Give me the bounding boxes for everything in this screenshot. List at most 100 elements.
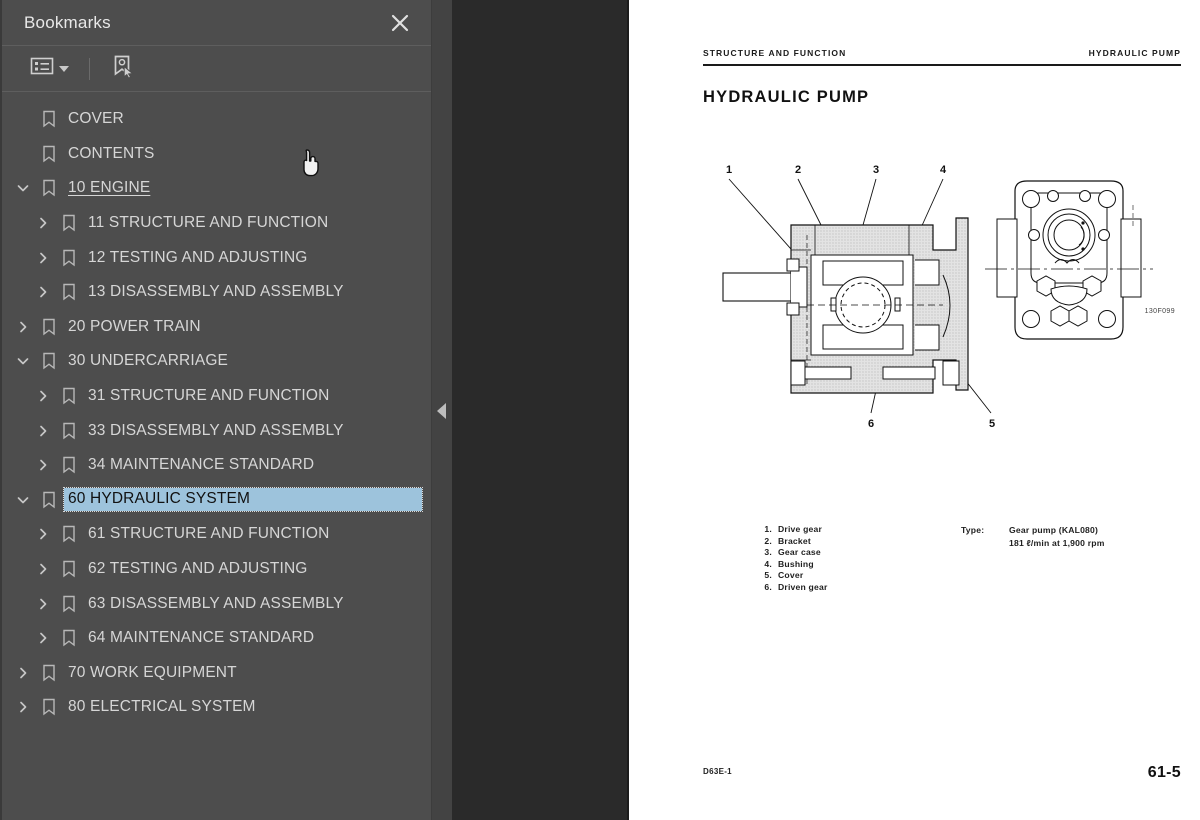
legend-number: 5. <box>764 570 772 581</box>
bookmark-label: 62 TESTING AND ADJUSTING <box>88 560 308 578</box>
bookmark-label: 10 ENGINE <box>68 179 151 197</box>
bookmark-item[interactable]: 61 STRUCTURE AND FUNCTION <box>2 517 431 552</box>
legend-text: Drive gear <box>778 524 823 534</box>
legend-text: Bracket <box>778 535 811 546</box>
chevron-right-icon[interactable] <box>30 206 56 241</box>
bookmark-icon <box>56 525 82 543</box>
spec-label: Type: <box>961 525 985 535</box>
bookmark-item[interactable]: COVER <box>2 102 431 137</box>
bookmarks-tree[interactable]: COVER CONTENTS 10 ENGINE 11 STRUCTURE AND F… <box>2 92 431 820</box>
bookmark-label: 31 STRUCTURE AND FUNCTION <box>88 387 330 405</box>
bookmark-icon <box>36 179 62 197</box>
legend-number: 6. <box>764 581 772 592</box>
bookmark-label: 30 UNDERCARRIAGE <box>68 352 229 370</box>
bookmark-label: 61 STRUCTURE AND FUNCTION <box>88 525 330 543</box>
bookmark-icon <box>56 283 82 301</box>
bookmark-item[interactable]: 11 STRUCTURE AND FUNCTION <box>2 206 431 241</box>
collapse-left-icon[interactable] <box>437 403 446 419</box>
bookmark-label: 80 ELECTRICAL SYSTEM <box>68 698 256 716</box>
bookmark-item[interactable]: 34 MAINTENANCE STANDARD <box>2 448 431 483</box>
list-options-icon <box>30 56 54 81</box>
legend-item: 5. Cover <box>758 570 828 582</box>
legend-item: 3. Gear case <box>758 547 828 559</box>
bookmark-item[interactable]: 30 UNDERCARRIAGE <box>2 344 431 379</box>
legend-number: 1. <box>764 524 772 534</box>
chevron-down-icon[interactable] <box>10 171 36 206</box>
header-rule <box>703 64 1181 66</box>
bookmark-label: 63 DISASSEMBLY AND ASSEMBLY <box>88 594 344 612</box>
spec-line: 181 ℓ/min at 1,900 rpm <box>1009 537 1105 548</box>
bookmark-item[interactable]: 31 STRUCTURE AND FUNCTION <box>2 379 431 414</box>
bookmark-icon <box>56 560 82 578</box>
bookmark-options-button[interactable] <box>26 53 73 84</box>
pdf-page: STRUCTURE AND FUNCTION HYDRAULIC PUMP HY… <box>627 0 1200 820</box>
panel-splitter[interactable] <box>432 0 452 820</box>
page-title: HYDRAULIC PUMP <box>703 88 870 106</box>
bookmark-item[interactable]: 80 ELECTRICAL SYSTEM <box>2 690 431 725</box>
legend-number: 4. <box>764 558 772 569</box>
bookmark-label: 11 STRUCTURE AND FUNCTION <box>88 214 329 232</box>
bookmark-item[interactable]: 13 DISASSEMBLY AND ASSEMBLY <box>2 275 431 310</box>
chevron-right-icon[interactable] <box>30 275 56 310</box>
callout-5: 5 <box>989 418 995 430</box>
bookmark-item[interactable]: CONTENTS <box>2 137 431 172</box>
bookmark-item[interactable]: 62 TESTING AND ADJUSTING <box>2 552 431 587</box>
chevron-right-icon[interactable] <box>30 517 56 552</box>
bookmark-label: 70 WORK EQUIPMENT <box>68 663 237 681</box>
legend-item: 6. Driven gear <box>758 582 828 594</box>
chevron-right-icon[interactable] <box>30 413 56 448</box>
chevron-right-icon[interactable] <box>30 586 56 621</box>
chevron-right-icon[interactable] <box>30 240 56 275</box>
bookmark-item[interactable]: 60 HYDRAULIC SYSTEM <box>2 483 431 518</box>
bookmark-item[interactable]: 20 POWER TRAIN <box>2 310 431 345</box>
bookmark-item[interactable]: 63 DISASSEMBLY AND ASSEMBLY <box>2 586 431 621</box>
legend-number: 2. <box>764 535 772 546</box>
chevron-down-icon[interactable] <box>10 483 36 518</box>
callout-2: 2 <box>795 164 801 176</box>
chevron-right-icon[interactable] <box>30 379 56 414</box>
pdf-viewer[interactable]: STRUCTURE AND FUNCTION HYDRAULIC PUMP HY… <box>452 0 1200 820</box>
chevron-right-icon[interactable] <box>30 552 56 587</box>
close-icon[interactable] <box>387 10 413 36</box>
bookmarks-panel: Bookmarks COVER CONTENTS 10 ENGINE 11 ST… <box>0 0 432 820</box>
callout-4: 4 <box>940 164 947 176</box>
spec-block: Type: Gear pump (KAL080) 181 ℓ/min at 1,9… <box>961 524 1105 549</box>
bookmarks-toolbar <box>2 46 431 92</box>
bookmark-icon <box>36 318 62 336</box>
bookmark-label: 12 TESTING AND ADJUSTING <box>88 248 308 266</box>
bookmark-icon <box>36 491 62 509</box>
legend-text: Driven gear <box>778 581 828 592</box>
legend-text: Bushing <box>778 558 814 569</box>
chevron-right-icon[interactable] <box>10 690 36 725</box>
chevron-right-icon[interactable] <box>30 621 56 656</box>
running-head-left: STRUCTURE AND FUNCTION <box>703 48 847 58</box>
chevron-down-icon[interactable] <box>10 344 36 379</box>
legend-item: 2. Bracket <box>758 536 828 548</box>
bookmark-item[interactable]: 10 ENGINE <box>2 171 431 206</box>
legend-item: 4. Bushing <box>758 559 828 571</box>
bookmark-label: 13 DISASSEMBLY AND ASSEMBLY <box>88 283 344 301</box>
chevron-right-icon[interactable] <box>10 656 36 691</box>
twisty-placeholder <box>10 102 36 137</box>
bookmark-label: 60 HYDRAULIC SYSTEM <box>63 487 423 513</box>
bookmark-label: CONTENTS <box>68 144 155 162</box>
hydraulic-pump-figure: 1 2 3 4 5 6 <box>703 155 1183 455</box>
chevron-right-icon[interactable] <box>10 310 36 345</box>
bookmark-item[interactable]: 70 WORK EQUIPMENT <box>2 656 431 691</box>
bookmark-item[interactable]: 33 DISASSEMBLY AND ASSEMBLY <box>2 413 431 448</box>
bookmark-icon <box>56 387 82 405</box>
spec-values: Gear pump (KAL080) 181 ℓ/min at 1,900 rpm <box>1009 524 1105 549</box>
bookmark-item[interactable]: 12 TESTING AND ADJUSTING <box>2 240 431 275</box>
twisty-placeholder <box>10 137 36 172</box>
toolbar-divider <box>89 57 90 80</box>
new-bookmark-button[interactable] <box>106 51 140 86</box>
legend-text: Gear case <box>778 547 821 558</box>
bookmark-icon <box>36 698 62 716</box>
chevron-right-icon[interactable] <box>30 448 56 483</box>
bookmark-icon <box>56 629 82 647</box>
bookmark-label: COVER <box>68 110 124 128</box>
bookmark-item[interactable]: 64 MAINTENANCE STANDARD <box>2 621 431 656</box>
bookmark-label: 20 POWER TRAIN <box>68 317 201 335</box>
callout-1: 1 <box>726 164 732 176</box>
bookmark-label: 64 MAINTENANCE STANDARD <box>88 629 315 647</box>
